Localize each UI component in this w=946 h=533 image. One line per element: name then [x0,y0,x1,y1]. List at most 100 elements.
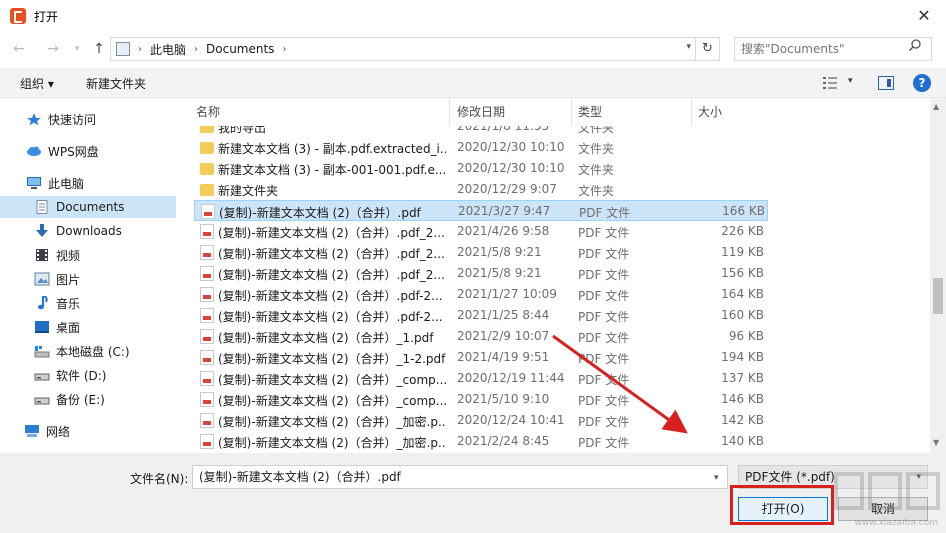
sidebar-item-desktop[interactable]: 桌面 [0,316,176,338]
file-size: 142 KB [721,413,764,427]
filename-dropdown-icon[interactable]: ▾ [714,473,719,483]
file-row[interactable]: 新建文件夹 2020/12/29 9:07 文件夹 [194,179,768,200]
sidebar-item-label: 图片 [56,272,81,287]
organize-button[interactable]: 组织 ▾ [20,75,54,92]
file-name: (复制)-新建文本文档 (2)（合并）.pdf [219,206,421,220]
file-modified-date: 2021/5/8 9:21 [457,245,542,259]
pdf-file-icon [200,413,214,428]
view-dropdown-icon[interactable]: ▾ [848,76,853,86]
recent-dropdown-icon[interactable]: ▾ [66,38,88,60]
pdf-file-icon [200,350,214,365]
pdf-file-icon [200,287,214,302]
file-row[interactable]: (复制)-新建文本文档 (2)（合并）.pdf-2... 2021/1/25 8:… [194,305,768,326]
refresh-icon[interactable]: ↻ [695,38,719,60]
file-type: PDF 文件 [578,289,630,303]
breadcrumb-separator-icon[interactable]: › [282,44,286,55]
breadcrumb-this-pc[interactable]: 此电脑 [150,41,186,58]
location-icon [116,42,130,56]
file-row[interactable]: 新建文本文档 (3) - 副本-001-001.pdf.e... 2020/12/… [194,158,768,179]
close-button[interactable]: ✕ [914,6,934,26]
drive-icon [34,397,50,405]
sidebar-item-label: 软件 (D:) [56,368,107,383]
file-name: (复制)-新建文本文档 (2)（合并）.pdf-2... [218,310,443,324]
sidebar-item-label: 视频 [56,248,81,263]
drive-icon [34,373,50,381]
file-name: (复制)-新建文本文档 (2)（合并）_加密.p... [218,436,446,450]
sidebar-item-quick-access[interactable]: 快速访问 [0,108,176,130]
file-type: PDF 文件 [578,310,630,324]
sidebar-item-label: 音乐 [56,296,81,311]
column-header-type[interactable]: 类型 [572,98,692,126]
file-row[interactable]: (复制)-新建文本文档 (2)（合并）.pdf 2021/3/27 9:47 PDF… [194,200,768,221]
sidebar-item-wps-cloud[interactable]: WPS网盘 [0,140,176,162]
file-size: 140 KB [721,434,764,448]
file-row[interactable]: 新建文本文档 (3) - 副本.pdf.extracted_i... 2020/1… [194,137,768,158]
address-dropdown-icon[interactable]: ▾ [686,42,691,52]
search-icon[interactable] [908,38,922,52]
disk-icon [34,346,50,358]
open-button-highlight-box [730,485,834,525]
column-header-size[interactable]: 大小 [692,98,768,126]
address-bar[interactable]: › 此电脑 › Documents › ▾ ↻ [110,37,720,61]
breadcrumb-separator-icon[interactable]: › [194,44,198,55]
back-arrow-icon[interactable]: ← [8,38,30,60]
sidebar-item-network[interactable]: 网络 [0,420,176,442]
forward-arrow-icon[interactable]: → [42,38,64,60]
file-row[interactable]: (复制)-新建文本文档 (2)（合并）.pdf-2... 2021/1/27 10… [194,284,768,305]
filename-input[interactable]: (复制)-新建文本文档 (2)（合并）.pdf [192,465,728,489]
scrollbar-thumb[interactable] [933,278,943,314]
breadcrumb-documents[interactable]: Documents [206,42,274,56]
music-icon [38,296,48,310]
vertical-scrollbar[interactable]: ▲ ▼ [930,98,946,453]
scroll-up-icon[interactable]: ▲ [933,102,939,111]
sidebar-item-pictures[interactable]: 图片 [0,268,176,290]
column-header-name[interactable]: 名称 [190,98,450,126]
sidebar-item-label: 桌面 [56,320,81,335]
up-arrow-icon[interactable]: ↑ [88,38,110,60]
sidebar-item-this-pc[interactable]: 此电脑 [0,172,176,194]
filename-label: 文件名(N): [130,472,189,486]
file-type: PDF 文件 [578,226,630,240]
search-input[interactable] [734,37,932,61]
file-type: 文件夹 [578,142,615,156]
sidebar-item-label: 此电脑 [48,176,85,191]
window-title: 打开 [34,9,59,24]
help-icon[interactable]: ? [913,74,931,92]
sidebar-item-disk-e[interactable]: 备份 (E:) [0,388,176,410]
file-row[interactable]: (复制)-新建文本文档 (2)（合并）.pdf_2... 2021/5/8 9:2… [194,242,768,263]
sidebar-item-downloads[interactable]: Downloads [0,220,176,242]
file-size: 96 KB [728,329,764,343]
picture-icon [34,272,50,286]
cloud-icon [27,146,41,156]
pdf-file-icon [200,371,214,386]
sidebar-item-music[interactable]: 音乐 [0,292,176,314]
file-size: 137 KB [721,371,764,385]
annotation-arrow-icon [552,334,688,434]
new-folder-button[interactable]: 新建文件夹 [86,75,146,92]
sidebar-item-label: WPS网盘 [48,144,99,159]
pdf-file-icon [200,434,214,449]
breadcrumb-separator-icon[interactable]: › [138,44,142,55]
column-header-date[interactable]: 修改日期 [451,98,572,126]
file-size: 194 KB [721,350,764,364]
pdf-file-icon [200,245,214,260]
sidebar-item-disk-d[interactable]: 软件 (D:) [0,364,176,386]
sidebar-item-documents[interactable]: Documents [0,196,176,218]
file-row[interactable]: (复制)-新建文本文档 (2)（合并）.pdf_2... 2021/4/26 9:… [194,221,768,242]
file-name: (复制)-新建文本文档 (2)（合并）.pdf_2... [218,268,445,282]
view-options-icon[interactable] [822,76,838,90]
sidebar-item-label: 本地磁盘 (C:) [56,344,130,359]
file-modified-date: 2020/12/29 9:07 [457,182,557,196]
pdf-file-icon [200,308,214,323]
file-modified-date: 2021/4/26 9:58 [457,224,550,238]
pdf-file-icon [200,329,214,344]
sidebar-item-label: 备份 (E:) [56,392,105,407]
file-row[interactable]: (复制)-新建文本文档 (2)（合并）.pdf_2... 2021/5/8 9:2… [194,263,768,284]
watermark-text: www.xiazaiba.com [854,518,938,528]
file-type: 文件夹 [578,184,615,198]
file-type-value: PDF文件 (*.pdf) [745,470,835,484]
sidebar-item-videos[interactable]: 视频 [0,244,176,266]
scroll-down-icon[interactable]: ▼ [933,438,939,447]
preview-pane-icon[interactable] [878,76,894,90]
sidebar-item-disk-c[interactable]: 本地磁盘 (C:) [0,340,176,362]
